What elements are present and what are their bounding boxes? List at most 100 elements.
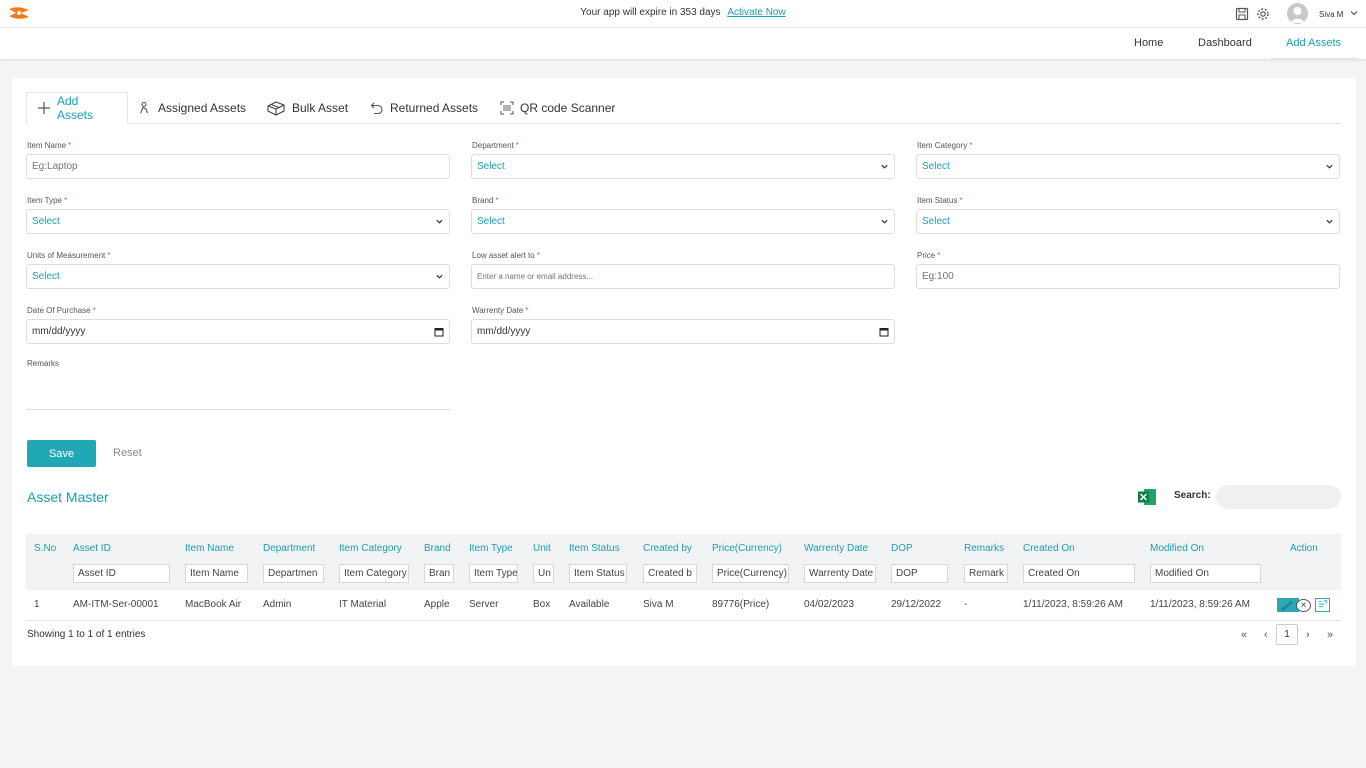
- tab-bulk-asset[interactable]: Bulk Asset: [266, 92, 348, 124]
- chevron-down-icon: [1326, 219, 1333, 224]
- reset-button[interactable]: Reset: [113, 447, 142, 459]
- save-button[interactable]: Save: [27, 440, 96, 467]
- item-type-select[interactable]: Select: [26, 209, 450, 234]
- pagination-prev[interactable]: ‹: [1264, 629, 1268, 641]
- department-select[interactable]: Select: [471, 154, 895, 179]
- column-header-sno[interactable]: S.No: [34, 543, 56, 554]
- warrenty-date-label: Warrenty Date *: [472, 306, 529, 315]
- tab-label: Assigned Assets: [158, 101, 247, 115]
- user-avatar[interactable]: [1287, 3, 1308, 24]
- activate-now-link[interactable]: Activate Now: [727, 7, 785, 18]
- cell-department: Admin: [263, 599, 292, 610]
- column-header-warrenty-date[interactable]: Warrenty Date: [804, 543, 868, 554]
- warrenty-date-input[interactable]: mm/dd/yyyy: [471, 319, 895, 344]
- nav-home[interactable]: Home: [1134, 37, 1163, 49]
- filter-created-by[interactable]: Created b: [643, 564, 697, 583]
- cell-item-status: Available: [569, 599, 610, 610]
- filter-asset-id[interactable]: Asset ID: [73, 564, 170, 583]
- cell-sno: 1: [34, 599, 40, 610]
- calendar-icon[interactable]: [434, 327, 444, 337]
- excel-export-icon[interactable]: [1137, 488, 1157, 506]
- pagination-first[interactable]: «: [1241, 629, 1247, 641]
- column-header-item-name[interactable]: Item Name: [185, 543, 234, 554]
- chevron-down-icon: [436, 274, 443, 279]
- date-of-purchase-input[interactable]: mm/dd/yyyy: [26, 319, 450, 344]
- column-header-created-by[interactable]: Created by: [643, 543, 692, 554]
- tab-label: Add Assets: [56, 94, 93, 122]
- cell-item-category: IT Material: [339, 599, 387, 610]
- calendar-icon[interactable]: [879, 327, 889, 337]
- filter-modified-on[interactable]: Modified On: [1150, 564, 1261, 583]
- tab-add-assets[interactable]: Add Assets: [26, 92, 128, 124]
- item-type-label: Item Type *: [27, 196, 68, 205]
- asset-master-title: Asset Master: [27, 489, 109, 505]
- tab-returned-assets[interactable]: Returned Assets: [370, 92, 478, 124]
- filter-remarks[interactable]: Remark: [964, 564, 1008, 583]
- units-label: Units of Measurement *: [27, 251, 111, 260]
- item-name-input[interactable]: [26, 154, 450, 179]
- column-header-remarks[interactable]: Remarks: [964, 543, 1004, 554]
- item-status-select[interactable]: Select: [916, 209, 1340, 234]
- column-header-asset-id[interactable]: Asset ID: [73, 543, 111, 554]
- save-disk-icon[interactable]: [1235, 7, 1249, 21]
- filter-brand[interactable]: Bran: [424, 564, 454, 583]
- plus-icon: [37, 102, 50, 114]
- column-header-item-category[interactable]: Item Category: [339, 543, 402, 554]
- column-header-brand[interactable]: Brand: [424, 543, 451, 554]
- price-label: Price *: [917, 251, 941, 260]
- top-bar: Your app will expire in 353 days Activat…: [0, 0, 1366, 28]
- chevron-down-icon: [881, 219, 888, 224]
- expiry-notice: Your app will expire in 353 days Activat…: [0, 7, 1366, 18]
- box-icon: [267, 101, 285, 116]
- filter-dop[interactable]: DOP: [891, 564, 948, 583]
- nav-dashboard[interactable]: Dashboard: [1198, 37, 1252, 49]
- gear-icon[interactable]: [1256, 7, 1270, 21]
- main-nav: Home Dashboard Add Assets: [0, 28, 1366, 60]
- chevron-down-icon: [881, 164, 888, 169]
- cell-asset-id: AM-ITM-Ser-00001: [73, 599, 159, 610]
- nav-active-indicator: [1270, 58, 1358, 60]
- column-header-price[interactable]: Price(Currency): [712, 543, 782, 554]
- qr-scanner-icon: [500, 101, 514, 115]
- pagination-next[interactable]: ›: [1306, 629, 1310, 641]
- filter-price[interactable]: Price(Currency): [712, 564, 789, 583]
- item-category-label: Item Category *: [917, 141, 973, 150]
- column-header-dop[interactable]: DOP: [891, 543, 913, 554]
- nav-add-assets[interactable]: Add Assets: [1286, 37, 1341, 49]
- search-label: Search:: [1174, 490, 1211, 501]
- column-header-item-type[interactable]: Item Type: [469, 543, 513, 554]
- filter-item-name[interactable]: Item Name: [185, 564, 248, 583]
- cell-modified-on: 1/11/2023, 8:59:26 AM: [1150, 599, 1250, 610]
- user-name[interactable]: Siva M: [1319, 10, 1343, 19]
- low-alert-input[interactable]: [471, 264, 895, 289]
- tab-qr-scanner[interactable]: QR code Scanner: [500, 92, 615, 124]
- pagination-current-page[interactable]: 1: [1276, 624, 1298, 645]
- column-header-item-status[interactable]: Item Status: [569, 543, 620, 554]
- chevron-down-icon[interactable]: [1349, 8, 1359, 18]
- brand-select[interactable]: Select: [471, 209, 895, 234]
- units-select[interactable]: Select: [26, 264, 450, 289]
- column-header-modified-on[interactable]: Modified On: [1150, 543, 1204, 554]
- filter-department[interactable]: Departmen: [263, 564, 324, 583]
- column-header-unit[interactable]: Unit: [533, 543, 551, 554]
- pagination-last[interactable]: »: [1327, 629, 1333, 641]
- return-arrow-icon: [370, 102, 383, 115]
- filter-item-type[interactable]: Item Type: [469, 564, 518, 583]
- view-details-icon[interactable]: [1315, 598, 1330, 612]
- filter-item-category[interactable]: Item Category: [339, 564, 409, 583]
- filter-unit[interactable]: Un: [533, 564, 554, 583]
- filter-item-status[interactable]: Item Status: [569, 564, 627, 583]
- remarks-textarea[interactable]: [26, 409, 450, 410]
- asset-tabs: Add Assets Assigned Assets Bulk Asset Re…: [26, 92, 1341, 124]
- delete-icon[interactable]: ×: [1296, 599, 1311, 612]
- price-input[interactable]: [916, 264, 1340, 289]
- table-row-divider: [26, 620, 1341, 621]
- column-header-created-on[interactable]: Created On: [1023, 543, 1075, 554]
- filter-warrenty-date[interactable]: Warrenty Date: [804, 564, 876, 583]
- item-category-select[interactable]: Select: [916, 154, 1340, 179]
- column-header-department[interactable]: Department: [263, 543, 315, 554]
- tab-assigned-assets[interactable]: Assigned Assets: [138, 92, 246, 124]
- cell-created-by: Siva M: [643, 599, 674, 610]
- filter-created-on[interactable]: Created On: [1023, 564, 1135, 583]
- search-input[interactable]: [1216, 485, 1341, 509]
